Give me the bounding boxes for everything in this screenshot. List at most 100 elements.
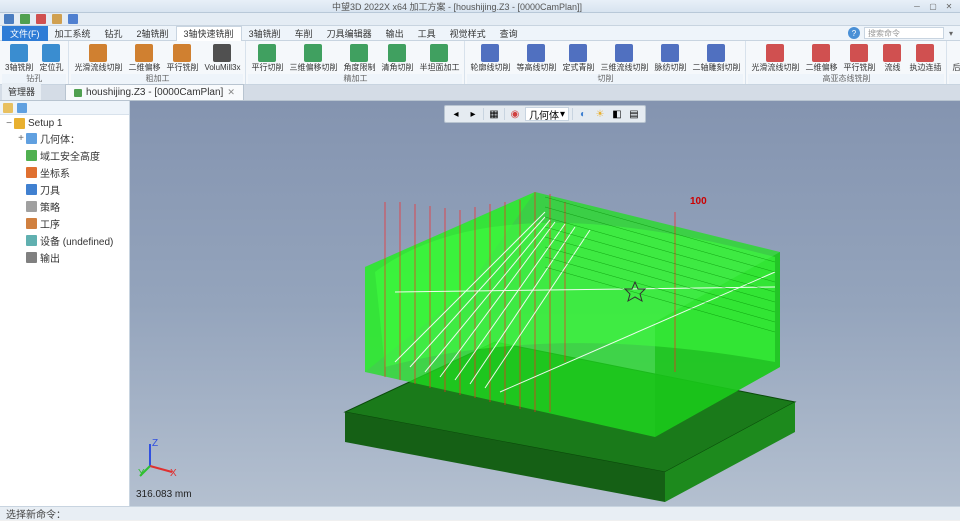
close-button[interactable]: ✕ (942, 1, 956, 11)
ribbon-button[interactable]: 光滑流线切削 (748, 41, 802, 74)
ribbon-button[interactable]: 二轴雕刻切削 (689, 41, 743, 74)
ribbon-button[interactable]: 平行铣削 (840, 41, 878, 74)
ribbon-button[interactable]: 脉纺切削 (651, 41, 689, 74)
ribbon-button[interactable]: 后台计算输入 (949, 41, 960, 74)
tree-node-label: 策略 (40, 199, 60, 214)
tree-node[interactable]: 设备 (undefined) (2, 232, 127, 249)
qat-undo-icon[interactable] (36, 14, 46, 24)
ribbon-button-label: 光滑流线切削 (74, 63, 122, 72)
ribbon-button-icon (430, 44, 448, 62)
qat-save-icon[interactable] (20, 14, 30, 24)
file-menu[interactable]: 文件(F) (2, 26, 48, 41)
menu-item[interactable]: 2轴铣削 (130, 26, 176, 41)
ribbon-button-icon (883, 44, 901, 62)
viewport[interactable]: ◂ ▸ ▦ ◉ 几何体▾ ◐ ☀ ◧ ▤ (130, 101, 960, 506)
tree-node[interactable]: 域工安全高度 (2, 147, 127, 164)
tree-node-label: Setup 1 (28, 118, 62, 129)
ribbon-button[interactable]: 三维流线切削 (597, 41, 651, 74)
ribbon-button-label: 半坦面加工 (419, 63, 459, 72)
ribbon-button[interactable]: 角度限制 (340, 41, 378, 74)
ribbon-button-label: 二维偏移 (128, 63, 160, 72)
ribbon-button-label: 三维偏移切削 (289, 63, 337, 72)
tree-node-icon (26, 201, 37, 212)
menu-item[interactable]: 视觉样式 (443, 26, 493, 41)
tree-node-icon (26, 184, 37, 195)
tree-node[interactable]: 输出 (2, 249, 127, 266)
tree-node[interactable]: 工序 (2, 215, 127, 232)
ribbon-button[interactable]: 二维偏移 (802, 41, 840, 74)
ribbon-button-icon (42, 44, 60, 62)
ribbon-button-label: 二维偏移 (805, 63, 837, 72)
ribbon-button-label: 定式青削 (562, 63, 594, 72)
ribbon-button[interactable]: 流线 (878, 41, 906, 74)
sidebar-tool-icon[interactable] (3, 103, 13, 113)
ribbon-button-icon (213, 44, 231, 62)
ribbon-button-label: 后台计算输入 (952, 63, 960, 72)
ribbon-button[interactable]: 平行切削 (248, 41, 286, 74)
tree-node[interactable]: 刀具 (2, 181, 127, 198)
ribbon-button[interactable]: 清角切削 (378, 41, 416, 74)
close-tab-icon[interactable]: ✕ (227, 87, 235, 98)
tree-node[interactable]: 策略 (2, 198, 127, 215)
ribbon-button[interactable]: 平行铣削 (163, 41, 201, 74)
doc-icon (74, 89, 82, 97)
tree-node[interactable]: − Setup 1 (2, 117, 127, 130)
help-icon[interactable]: ? (848, 27, 860, 39)
ribbon-button[interactable]: 等高线切削 (513, 41, 559, 74)
menu-item[interactable]: 3轴快速铣削 (176, 26, 242, 41)
ribbon-button-icon (10, 44, 28, 62)
qat-icon[interactable] (68, 14, 78, 24)
ribbon-group-label: 精加工 (248, 74, 462, 84)
ribbon-button-icon (258, 44, 276, 62)
tree-node-label: 刀具 (40, 182, 60, 197)
menu-item[interactable]: 钻孔 (98, 26, 130, 41)
window-title: 中望3D 2022X x64 加工方案 - [houshijing.Z3 - [… (4, 0, 910, 13)
ribbon-button[interactable]: 定位孔 (36, 41, 66, 74)
search-input[interactable]: 搜索命令 (864, 27, 944, 39)
ribbon-button[interactable]: VoluMill3x (201, 41, 243, 74)
ribbon-button[interactable]: 二维偏移 (125, 41, 163, 74)
tree-node[interactable]: 坐标系 (2, 164, 127, 181)
ribbon-button[interactable]: 定式青削 (559, 41, 597, 74)
menu-item[interactable]: 刀具编辑器 (320, 26, 379, 41)
ribbon-button-icon (135, 44, 153, 62)
tree-node[interactable]: + 几何体： (2, 130, 127, 147)
ribbon-button[interactable]: 执边连插 (906, 41, 944, 74)
ribbon-button-icon (916, 44, 934, 62)
ribbon-group: 平行切削三维偏移切削角度限制清角切削半坦面加工精加工 (246, 41, 465, 84)
document-tab[interactable]: houshijing.Z3 - [0000CamPlan] ✕ (65, 84, 244, 100)
ribbon-button[interactable]: 光滑流线切削 (71, 41, 125, 74)
menu-item[interactable]: 工具 (411, 26, 443, 41)
ribbon-button[interactable]: 三维偏移切削 (286, 41, 340, 74)
menu-item[interactable]: 输出 (379, 26, 411, 41)
tree-node-icon (26, 218, 37, 229)
ribbon-button-label: 二轴雕刻切削 (692, 63, 740, 72)
menu-item[interactable]: 加工系统 (48, 26, 98, 41)
maximize-button[interactable]: ▢ (926, 1, 940, 11)
axis-indicator: Z X Y (138, 438, 178, 478)
ribbon-min-icon[interactable]: ▾ (944, 28, 958, 38)
minimize-button[interactable]: ─ (910, 1, 924, 11)
dimension-annotation: 100 (690, 196, 707, 207)
menu-item[interactable]: 3轴铣削 (242, 26, 288, 41)
sidebar-tool-icon[interactable] (17, 103, 27, 113)
tree-node-label: 坐标系 (40, 165, 70, 180)
tree-node-label: 几何体： (40, 131, 80, 146)
ribbon-button-icon (481, 44, 499, 62)
qat-redo-icon[interactable] (52, 14, 62, 24)
ribbon-button-label: 流线 (884, 63, 900, 72)
model-render (235, 112, 855, 507)
ribbon-button-label: 平行铣削 (166, 63, 198, 72)
ribbon-button[interactable]: 半坦面加工 (416, 41, 462, 74)
tree-expand-icon[interactable]: − (4, 118, 14, 129)
menu-item[interactable]: 车削 (288, 26, 320, 41)
tree-node-label: 输出 (40, 250, 60, 265)
title-bar: 中望3D 2022X x64 加工方案 - [houshijing.Z3 - [… (0, 0, 960, 13)
tree-expand-icon[interactable]: + (16, 133, 26, 144)
ribbon-group-label: 切削 (467, 74, 743, 84)
menu-item[interactable]: 查询 (493, 26, 525, 41)
ribbon-button[interactable]: 3轴铣削 (2, 41, 36, 74)
ribbon-button-icon (615, 44, 633, 62)
ribbon-button-icon (304, 44, 322, 62)
ribbon-button[interactable]: 轮廓线切削 (467, 41, 513, 74)
